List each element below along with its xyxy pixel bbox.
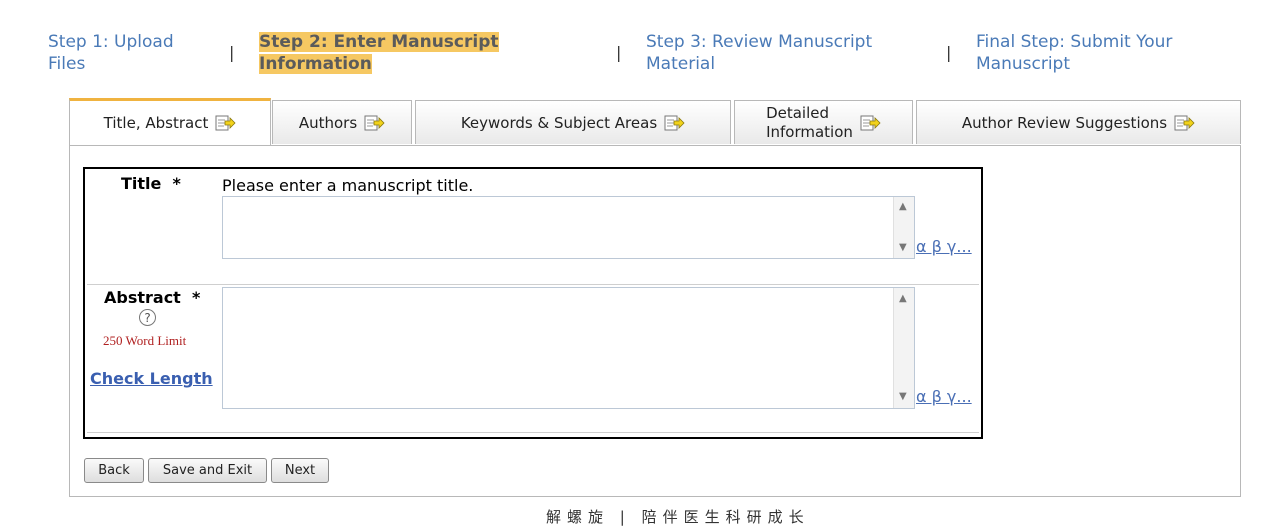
step-3-line2: Material	[646, 54, 716, 74]
tab-label: Authors	[298, 113, 358, 132]
step-2-line1: Step 2: Enter Manuscript	[259, 32, 499, 52]
required-marker: *	[191, 288, 201, 307]
step-separator: |	[946, 43, 952, 62]
special-characters-link[interactable]: α β γ...	[916, 237, 972, 256]
step-1-link[interactable]: Step 1: Upload Files	[48, 31, 174, 75]
step-1-line2: Files	[48, 54, 86, 74]
scroll-down-arrow-icon[interactable]: ▼	[899, 242, 907, 253]
edit-note-icon	[1174, 114, 1195, 132]
step-3-link[interactable]: Step 3: Review Manuscript Material	[646, 31, 872, 75]
tab-label-line2: Information	[766, 122, 853, 141]
scroll-down-arrow-icon[interactable]: ▼	[899, 391, 907, 402]
required-marker: *	[172, 174, 181, 193]
tab-author-review-suggestions[interactable]: Author Review Suggestions	[916, 100, 1241, 144]
title-label: Title *	[121, 174, 181, 193]
edit-note-icon	[364, 114, 385, 132]
save-and-exit-button[interactable]: Save and Exit	[148, 458, 267, 483]
tab-label: Detailed Information	[766, 104, 853, 142]
step-3-line1: Step 3: Review Manuscript	[646, 32, 873, 52]
help-icon[interactable]: ?	[139, 309, 156, 326]
tab-authors[interactable]: Authors	[272, 100, 412, 144]
step-1-line1: Step 1: Upload	[48, 32, 174, 52]
abstract-input[interactable]: ▲ ▼	[222, 287, 915, 409]
step-separator: |	[229, 43, 235, 62]
row-divider	[87, 432, 979, 433]
back-button[interactable]: Back	[84, 458, 144, 483]
edit-note-icon	[664, 114, 685, 132]
check-length-link[interactable]: Check Length	[90, 369, 213, 388]
next-button[interactable]: Next	[271, 458, 329, 483]
scroll-up-arrow-icon[interactable]: ▲	[899, 293, 907, 304]
final-step-line1: Final Step: Submit Your	[976, 32, 1173, 52]
title-hint: Please enter a manuscript title.	[222, 176, 474, 195]
final-step-line2: Manuscript	[976, 54, 1071, 74]
row-divider	[87, 284, 979, 285]
final-step-link[interactable]: Final Step: Submit Your Manuscript	[976, 31, 1172, 75]
edit-note-icon	[215, 114, 236, 132]
scrollbar[interactable]: ▲ ▼	[893, 197, 914, 258]
tab-label: Title, Abstract	[103, 114, 209, 132]
title-input[interactable]: ▲ ▼	[222, 196, 915, 259]
word-limit-note: 250 Word Limit	[103, 333, 187, 348]
tab-title-abstract[interactable]: Title, Abstract	[69, 98, 271, 145]
tab-keywords-subject-areas[interactable]: Keywords & Subject Areas	[415, 100, 731, 144]
edit-note-icon	[860, 114, 881, 132]
tab-label-line1: Detailed	[766, 103, 830, 122]
special-characters-link[interactable]: α β γ...	[916, 387, 972, 406]
tab-label: Keywords & Subject Areas	[460, 113, 658, 132]
tab-detailed-information[interactable]: Detailed Information	[734, 100, 913, 144]
scrollbar[interactable]: ▲ ▼	[893, 288, 914, 408]
scroll-up-arrow-icon[interactable]: ▲	[899, 201, 907, 212]
step-2-line2: Information	[259, 54, 372, 74]
abstract-label: Abstract *	[104, 288, 201, 307]
step-separator: |	[616, 43, 622, 62]
tab-label: Author Review Suggestions	[961, 113, 1168, 132]
step-2-current: Step 2: Enter Manuscript Information	[259, 31, 499, 75]
